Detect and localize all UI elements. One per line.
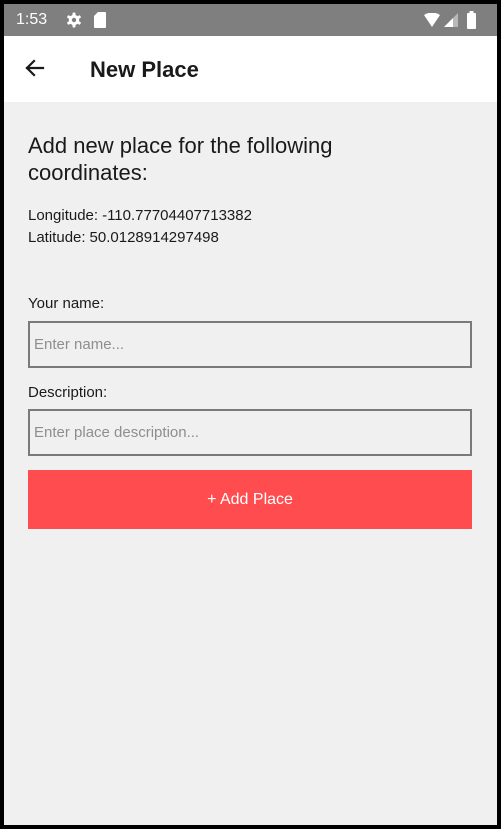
status-time: 1:53 bbox=[16, 11, 48, 28]
gear-icon bbox=[66, 12, 82, 28]
app-bar: New Place bbox=[4, 36, 497, 102]
arrow-left-icon bbox=[20, 53, 50, 83]
back-button[interactable] bbox=[20, 53, 50, 83]
coordinates-heading: Add new place for the following coordina… bbox=[28, 133, 333, 185]
status-bar: 1:53 bbox=[4, 4, 497, 36]
latitude-row: Latitude: 50.0128914297498 bbox=[28, 228, 219, 248]
device-screen: 1:53 New Place Add new place for the fol… bbox=[4, 4, 497, 825]
name-input[interactable] bbox=[28, 321, 472, 368]
description-label: Description: bbox=[28, 384, 108, 401]
description-input[interactable] bbox=[28, 409, 472, 456]
page-title: New Place bbox=[90, 57, 199, 82]
signal-icon bbox=[444, 13, 458, 27]
name-label: Your name: bbox=[28, 295, 105, 312]
battery-icon bbox=[467, 11, 476, 29]
sd-card-icon bbox=[94, 12, 106, 28]
longitude-label: Longitude: bbox=[28, 207, 99, 224]
wifi-icon bbox=[424, 12, 440, 27]
latitude-value: 50.0128914297498 bbox=[89, 229, 219, 246]
longitude-value: -110.77704407713382 bbox=[102, 207, 252, 224]
longitude-row: Longitude: -110.77704407713382 bbox=[28, 206, 252, 226]
latitude-label: Latitude: bbox=[28, 229, 86, 246]
add-place-button[interactable]: + Add Place bbox=[28, 470, 472, 529]
